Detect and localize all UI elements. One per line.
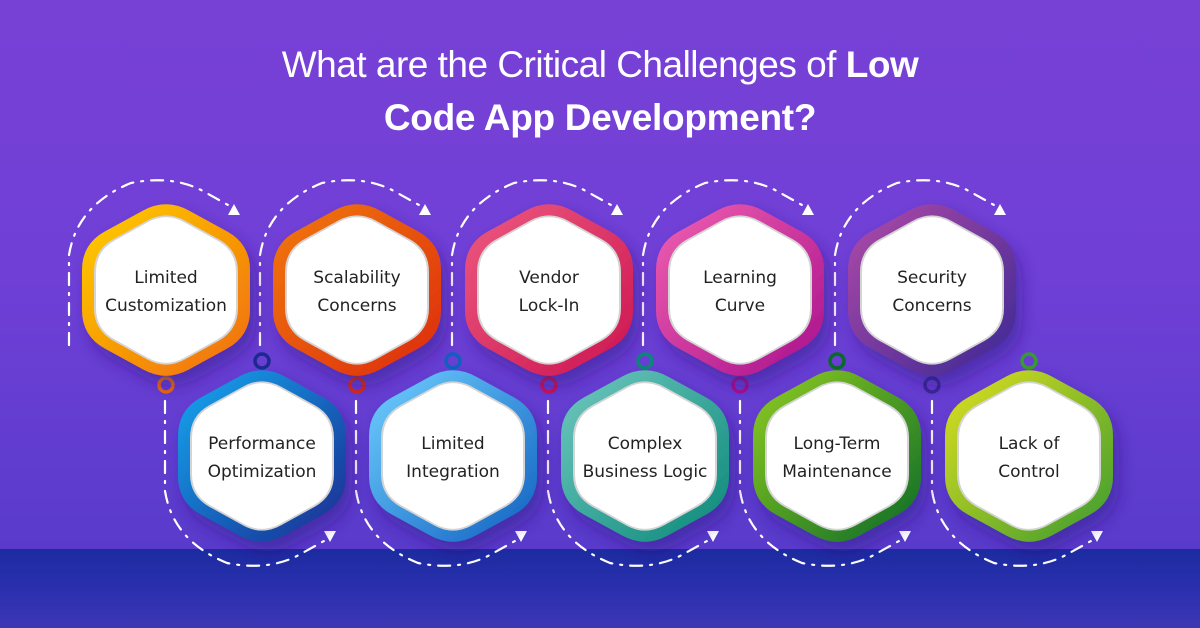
challenge-label: Concerns xyxy=(892,296,971,316)
arrow-head-icon xyxy=(611,204,623,215)
challenge-hexagon: Lack of Control xyxy=(945,352,1113,542)
challenge-hexagon: Performance Optimization xyxy=(178,352,346,542)
challenge-hexagon: Learning Curve xyxy=(656,204,824,394)
challenge-label: Maintenance xyxy=(782,462,891,482)
connector-knob-icon xyxy=(253,352,271,370)
hexagons: Performance Optimization Limited Integratio… xyxy=(82,204,1113,542)
challenge-label: Integration xyxy=(406,462,500,482)
connector-knob-icon xyxy=(828,352,846,370)
challenge-label: Curve xyxy=(715,296,765,316)
challenge-hexagon: Vendor Lock-In xyxy=(465,204,633,394)
challenge-label: Business Logic xyxy=(583,462,708,482)
challenge-label: Scalability xyxy=(313,268,400,288)
challenge-label: Optimization xyxy=(208,462,317,482)
challenge-hexagon: Limited Customization xyxy=(82,204,250,394)
connector-knob-icon xyxy=(157,376,175,394)
challenge-label: Lock-In xyxy=(519,296,580,316)
arrow-head-icon xyxy=(802,204,814,215)
connector-knob-icon xyxy=(636,352,654,370)
connector-knob-icon xyxy=(923,376,941,394)
challenge-hexagon: Scalability Concerns xyxy=(273,204,441,394)
arrow-head-icon xyxy=(324,531,336,542)
challenge-label: Customization xyxy=(105,296,227,316)
connector-knob-icon xyxy=(731,376,749,394)
challenge-label: Control xyxy=(998,462,1059,482)
challenge-label: Limited xyxy=(421,434,484,454)
challenges-diagram: Performance Optimization Limited Integratio… xyxy=(67,179,1113,567)
challenge-hexagon: Security Concerns xyxy=(848,204,1016,394)
arrow-head-icon xyxy=(515,531,527,542)
challenge-label: Vendor xyxy=(519,268,579,288)
challenge-label: Complex xyxy=(608,434,683,454)
connector-knob-icon xyxy=(540,376,558,394)
arrow-head-icon xyxy=(899,531,911,542)
challenge-label: Security xyxy=(897,268,967,288)
challenge-label: Long-Term xyxy=(794,434,881,454)
challenge-hexagon: Limited Integration xyxy=(369,352,537,542)
challenge-label: Learning xyxy=(703,268,777,288)
challenge-label: Performance xyxy=(208,434,316,454)
challenge-hexagon: Long-Term Maintenance xyxy=(753,352,921,542)
challenge-hexagon: Complex Business Logic xyxy=(561,352,729,542)
connector-knob-icon xyxy=(348,376,366,394)
connector-knob-icon xyxy=(1020,352,1038,370)
challenge-label: Concerns xyxy=(317,296,396,316)
connector-knob-icon xyxy=(444,352,462,370)
challenge-label: Lack of xyxy=(999,434,1061,454)
arrow-head-icon xyxy=(419,204,431,215)
arrow-head-icon xyxy=(707,531,719,542)
arrow-head-icon xyxy=(228,204,240,215)
challenge-label: Limited xyxy=(134,268,197,288)
arrow-head-icon xyxy=(1091,531,1103,542)
arrow-head-icon xyxy=(994,204,1006,215)
